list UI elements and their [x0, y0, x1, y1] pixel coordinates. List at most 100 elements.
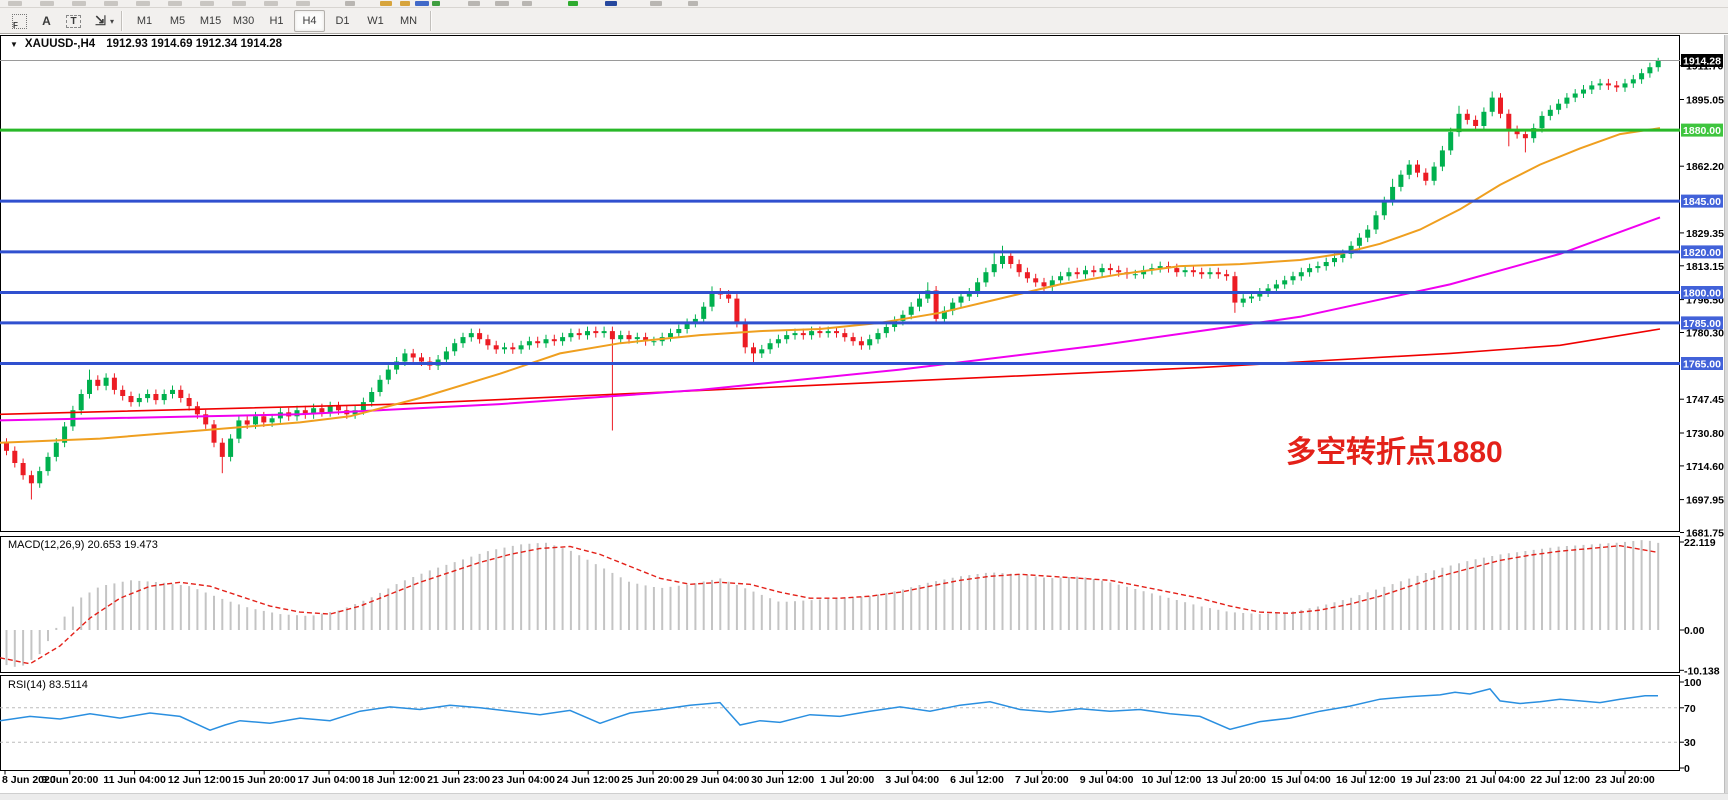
rsi-indicator-label: RSI(14) 83.5114 [8, 679, 88, 691]
clipped-icon-fragment [168, 1, 182, 6]
price-tick-label: 1862.20 [1686, 161, 1724, 173]
time-axis-label: 13 Jul 20:00 [1206, 774, 1266, 786]
clipped-icon-fragment [415, 1, 429, 6]
price-tick-label: 1697.95 [1686, 495, 1724, 507]
grid-f-icon-box: F [12, 14, 27, 29]
clipped-icon-fragment [296, 1, 310, 6]
clipped-icon-fragment [495, 1, 509, 6]
rsi-tick-label: 100 [1684, 677, 1702, 689]
chart-canvas[interactable]: 1911.701895.051862.201829.351813.151796.… [0, 35, 1728, 799]
timeframe-button-M15[interactable]: M15 [195, 10, 226, 32]
chart-menu-caret-icon[interactable]: ▼ [10, 40, 18, 49]
macd-indicator-label: MACD(12,26,9) 20.653 19.473 [8, 539, 158, 551]
time-axis-label: 16 Jul 12:00 [1336, 774, 1396, 786]
timeframe-button-D1[interactable]: D1 [327, 10, 358, 32]
arrows-icon-glyph: ⇲ [95, 13, 106, 29]
time-axis: 8 Jun 20209 Jun 20:0011 Jun 04:0012 Jun … [2, 771, 1655, 787]
time-axis-label: 6 Jul 12:00 [950, 774, 1004, 786]
timeframe-group: M1M5M15M30H1H4D1W1MN [128, 10, 425, 32]
price-badge-label: 1765.00 [1683, 359, 1721, 371]
macd-tick-label: -10.138 [1684, 665, 1720, 677]
time-axis-label: 30 Jun 12:00 [751, 774, 814, 786]
text-label-icon-letter: A [42, 14, 51, 28]
price-tick-label: 1747.45 [1686, 394, 1724, 406]
timeframe-button-M30[interactable]: M30 [228, 10, 259, 32]
time-axis-label: 12 Jun 12:00 [168, 774, 231, 786]
toolbar-separator [121, 11, 123, 31]
time-axis-label: 7 Jul 20:00 [1015, 774, 1069, 786]
price-tick-label: 1829.35 [1686, 228, 1724, 240]
time-axis-label: 23 Jun 04:00 [492, 774, 555, 786]
time-axis-label: 23 Jul 20:00 [1595, 774, 1655, 786]
price-badge-label: 1820.00 [1683, 247, 1721, 259]
clipped-icon-fragment [380, 1, 392, 6]
price-badge-label: 1880.00 [1683, 125, 1721, 137]
time-axis-label: 18 Jun 12:00 [362, 774, 425, 786]
price-badge-label: 1785.00 [1683, 318, 1721, 330]
clipped-icon-fragment [72, 1, 86, 6]
time-axis-label: 9 Jun 20:00 [41, 774, 98, 786]
price-axis: 1911.701895.051862.201829.351813.151796.… [1680, 54, 1724, 540]
clipped-icon-fragment [232, 1, 246, 6]
clipped-icon-fragment [400, 1, 410, 6]
clipped-icon-fragment [432, 1, 440, 6]
price-tick-label: 1714.60 [1686, 461, 1724, 473]
chart-title: ▼ XAUUSD-,H4 1912.93 1914.69 1912.34 191… [10, 38, 282, 50]
clipped-icon-fragment [40, 1, 54, 6]
timeframe-button-H1[interactable]: H1 [261, 10, 292, 32]
price-tick-label: 1895.05 [1686, 95, 1724, 107]
chart-symbol-period: XAUUSD-,H4 [25, 38, 95, 50]
arrows-dropdown-caret[interactable]: ▾ [110, 17, 114, 26]
time-axis-label: 3 Jul 04:00 [885, 774, 939, 786]
macd-tick-label: 22.119 [1684, 537, 1716, 549]
time-axis-label: 15 Jul 04:00 [1271, 774, 1331, 786]
clipped-icon-fragment [688, 1, 698, 6]
clipped-icon-fragment [650, 1, 662, 6]
timeframe-button-MN[interactable]: MN [393, 10, 424, 32]
macd-panel[interactable] [1, 537, 1680, 673]
clipped-icon-fragment [136, 1, 150, 6]
price-badge-label: 1800.00 [1683, 288, 1721, 300]
clipped-icon-fragment [345, 1, 355, 6]
rsi-tick-label: 0 [1684, 763, 1690, 775]
text-tool-icon-letter: T [66, 15, 80, 28]
time-axis-label: 25 Jun 20:00 [621, 774, 684, 786]
timeframe-button-W1[interactable]: W1 [360, 10, 391, 32]
text-tool-icon[interactable]: T [60, 10, 87, 32]
time-axis-label: 10 Jul 12:00 [1142, 774, 1202, 786]
clipped-toolbar-row [0, 0, 1728, 8]
clipped-icon-fragment [522, 1, 532, 6]
time-axis-label: 21 Jul 04:00 [1466, 774, 1526, 786]
time-axis-label: 22 Jul 12:00 [1530, 774, 1590, 786]
toolbar-row: F A T ⇲ ▾ M1M5M15M30H1H4D1W1MN [0, 8, 437, 34]
time-axis-label: 1 Jul 20:00 [821, 774, 875, 786]
time-axis-label: 17 Jun 04:00 [297, 774, 360, 786]
time-axis-label: 24 Jun 12:00 [557, 774, 620, 786]
rsi-tick-label: 70 [1684, 703, 1696, 715]
clipped-icon-fragment [605, 1, 617, 6]
price-tick-label: 1813.15 [1686, 261, 1724, 273]
text-label-icon[interactable]: A [33, 10, 60, 32]
grid-f-icon[interactable]: F [6, 10, 33, 32]
clipped-icon-fragment [8, 1, 22, 6]
timeframe-button-M1[interactable]: M1 [129, 10, 160, 32]
price-tick-label: 1730.80 [1686, 428, 1724, 440]
clipped-icon-fragment [104, 1, 118, 6]
time-axis-label: 21 Jun 23:00 [427, 774, 490, 786]
time-axis-label: 19 Jul 23:00 [1401, 774, 1461, 786]
grid-f-icon-letter: F [13, 21, 18, 30]
chart-annotation-text[interactable]: 多空转折点1880 [1286, 436, 1503, 469]
toolbar-separator [430, 11, 432, 31]
toolbar: F A T ⇲ ▾ M1M5M15M30H1H4D1W1MN [0, 0, 1728, 34]
price-badge-label: 1845.00 [1683, 196, 1721, 208]
time-axis-label: 11 Jun 04:00 [103, 774, 166, 786]
timeframe-button-M5[interactable]: M5 [162, 10, 193, 32]
timeframe-button-H4[interactable]: H4 [294, 10, 325, 32]
macd-tick-label: 0.00 [1684, 625, 1705, 637]
clipped-icon-fragment [264, 1, 278, 6]
time-axis-label: 15 Jun 20:00 [233, 774, 296, 786]
clipped-icon-fragment [568, 1, 578, 6]
clipped-icon-fragment [468, 1, 480, 6]
right-edge-strip [1724, 35, 1728, 799]
rsi-panel[interactable] [1, 676, 1680, 771]
